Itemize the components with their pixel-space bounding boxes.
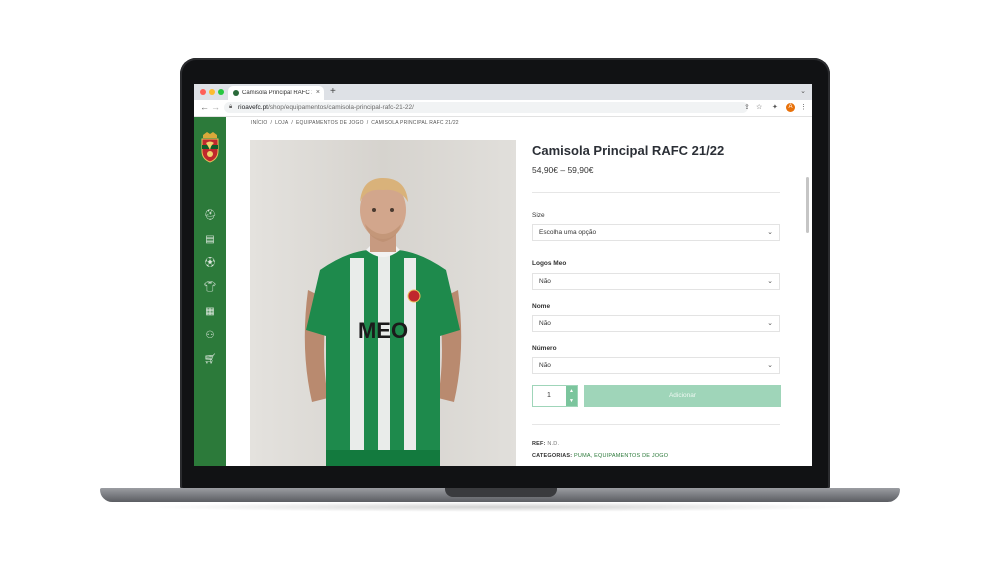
back-arrow-icon[interactable]: ← [200, 102, 209, 112]
page-scrollbar[interactable] [806, 177, 809, 233]
browser-tab-bar: Camisola Principal RAFC 21/22 × + ⌄ [194, 84, 812, 100]
ref-label: REF: [532, 441, 546, 447]
chevron-down-icon: ⌄ [767, 362, 773, 369]
maximize-window-dot[interactable] [218, 89, 224, 95]
shirt-icon[interactable]: 👕︎ [203, 281, 217, 295]
product-title: Camisola Principal RAFC 21/22 [532, 143, 725, 158]
numero-select-value: Não [539, 362, 551, 369]
numero-select[interactable]: Não ⌄ [532, 357, 780, 374]
share-icon[interactable]: ⇪ [744, 103, 750, 111]
quantity-decrease-icon[interactable]: ▼ [566, 396, 577, 406]
nome-label: Nome [532, 303, 551, 310]
breadcrumb-category[interactable]: EQUIPAMENTOS DE JOGO [296, 120, 364, 126]
product-price: 54,90€ – 59,90€ [532, 165, 594, 175]
bookmark-star-icon[interactable]: ☆ [756, 103, 762, 111]
laptop-shadow [140, 502, 860, 512]
browser-tab[interactable]: Camisola Principal RAFC 21/22 × [228, 86, 324, 100]
tab-title: Camisola Principal RAFC 21/22 [242, 90, 312, 96]
club-crest-logo[interactable] [199, 131, 221, 163]
site-favicon-icon [233, 90, 239, 96]
ref-value: N.D. [547, 441, 560, 447]
cart-icon[interactable]: 🛒︎ [203, 353, 217, 367]
laptop-notch [445, 488, 557, 497]
profile-avatar[interactable]: A [786, 103, 795, 112]
product-photo[interactable]: MEO [250, 140, 516, 466]
breadcrumb-current: CAMISOLA PRINCIPAL RAFC 21/22 [371, 120, 459, 126]
breadcrumb-shop[interactable]: LOJA [275, 120, 288, 126]
chevron-down-icon: ⌄ [767, 320, 773, 327]
size-select-value: Escolha uma opção [539, 229, 597, 236]
web-page: ⛑︎ ▤ ⚽︎ 👕︎ ▦ ⚇ 🛒︎ INÍCIO / LOJA / EQUIPAMENT… [194, 117, 812, 466]
tab-close-icon[interactable]: × [316, 89, 320, 96]
helmet-icon[interactable]: ⛑︎ [203, 209, 217, 223]
ball-icon[interactable]: ⚽︎ [203, 257, 217, 271]
team-icon[interactable]: ⚇ [203, 329, 217, 343]
new-tab-button[interactable]: + [330, 86, 336, 97]
laptop-screen: Camisola Principal RAFC 21/22 × + ⌄ ← → … [194, 84, 812, 466]
product-ref: REF: N.D. [532, 441, 559, 447]
quantity-stepper[interactable]: 1 ▲ ▼ [532, 385, 578, 407]
nome-select[interactable]: Não ⌄ [532, 315, 780, 332]
logos-meo-select[interactable]: Não ⌄ [532, 273, 780, 290]
quantity-value[interactable]: 1 [547, 392, 551, 399]
logos-meo-label: Logos Meo [532, 260, 567, 267]
breadcrumb-separator: / [366, 120, 369, 126]
address-bar[interactable]: 🔒︎ rioavefc.pt/shop/equipamentos/camisol… [224, 102, 748, 113]
breadcrumb-separator: / [270, 120, 273, 126]
site-sidebar: ⛑︎ ▤ ⚽︎ 👕︎ ▦ ⚇ 🛒︎ [194, 117, 226, 466]
tab-search-chevron-icon[interactable]: ⌄ [800, 87, 806, 95]
quantity-increase-icon[interactable]: ▲ [566, 386, 577, 396]
nome-select-value: Não [539, 320, 551, 327]
breadcrumb: INÍCIO / LOJA / EQUIPAMENTOS DE JOGO / CAMISOL… [251, 120, 459, 126]
shirt-sponsor-text: MEO [358, 318, 408, 343]
minimize-window-dot[interactable] [209, 89, 215, 95]
browser-toolbar: ← → 🔒︎ rioavefc.pt/shop/equipamentos/cam… [194, 100, 812, 117]
browser-menu-icon[interactable]: ⋮ [800, 103, 807, 111]
breadcrumb-separator: / [291, 120, 293, 126]
breadcrumb-home[interactable]: INÍCIO [251, 120, 267, 126]
divider [532, 424, 780, 425]
logos-meo-select-value: Não [539, 278, 551, 285]
lock-icon: 🔒︎ [229, 104, 233, 110]
url-domain: rioavefc.pt [238, 104, 268, 111]
divider [532, 192, 780, 193]
chevron-down-icon: ⌄ [767, 229, 773, 236]
player-image: MEO [304, 178, 462, 466]
extensions-icon[interactable]: ✦ [772, 103, 778, 111]
size-label: Size [532, 212, 545, 219]
tickets-icon[interactable]: ▦ [203, 305, 217, 319]
ticket-icon[interactable]: ▤ [203, 233, 217, 247]
url-path: /shop/equipamentos/camisola-principal-ra… [268, 104, 414, 111]
categories-links[interactable]: PUMA, EQUIPAMENTOS DE JOGO [574, 453, 668, 459]
size-select[interactable]: Escolha uma opção ⌄ [532, 224, 780, 241]
forward-arrow-icon[interactable]: → [211, 102, 220, 112]
categories-label: CATEGORIAS: [532, 453, 573, 459]
add-to-cart-button[interactable]: Adicionar [584, 385, 781, 407]
close-window-dot[interactable] [200, 89, 206, 95]
chevron-down-icon: ⌄ [767, 278, 773, 285]
numero-label: Número [532, 345, 557, 352]
product-categories: CATEGORIAS: PUMA, EQUIPAMENTOS DE JOGO [532, 453, 668, 459]
